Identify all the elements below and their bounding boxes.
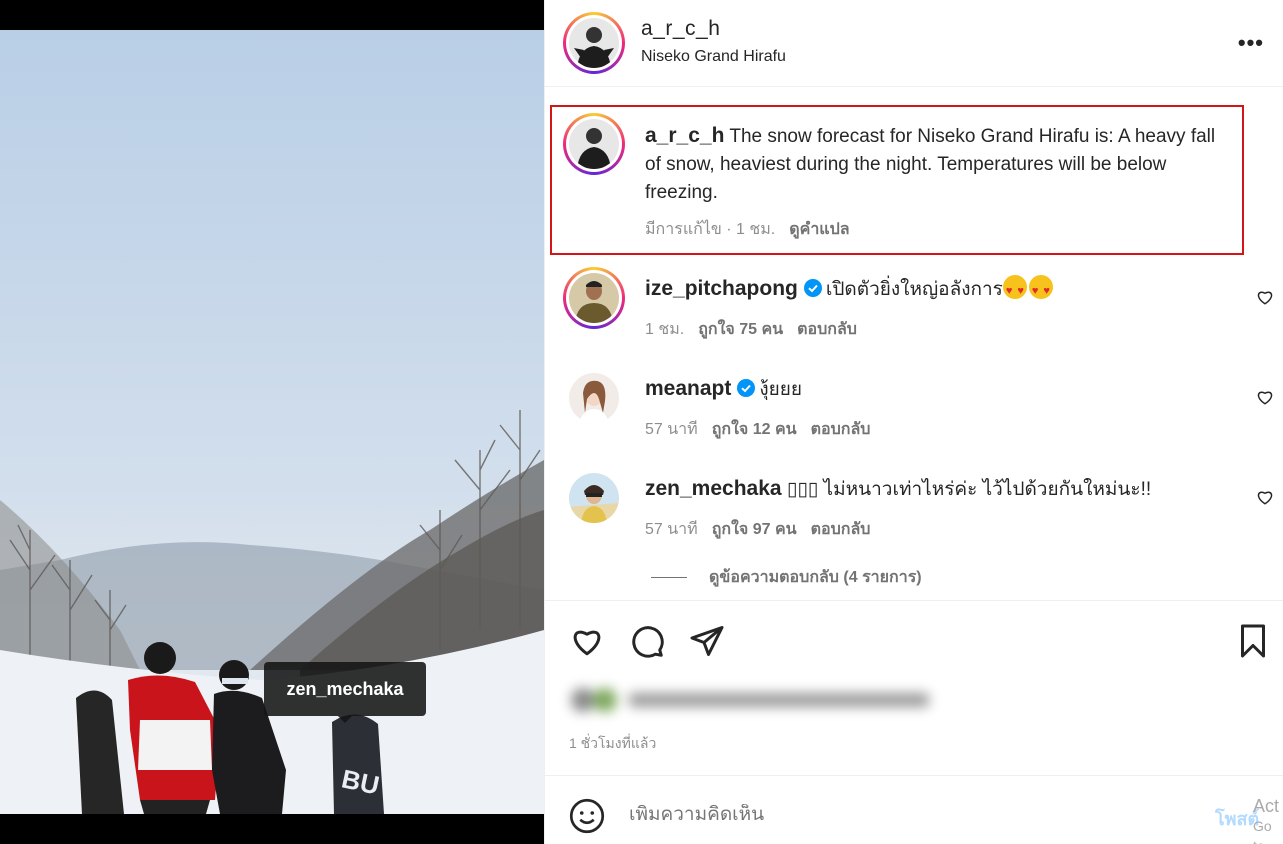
post-header: a_r_c_h Niseko Grand Hirafu ••• <box>545 0 1283 86</box>
comment-likes[interactable]: ถูกใจ 97 คน <box>712 517 797 542</box>
comment-text-block: zen_mechaka ▯▯▯ ไม่หนาวเท่าไหร่ค่ะ ไว้ไป… <box>645 475 1235 504</box>
watermark-line-1: Act <box>1253 796 1280 816</box>
comment-time: 1 ชม. <box>645 321 685 338</box>
commenter-username[interactable]: meanapt <box>645 377 731 400</box>
avatar <box>569 273 619 323</box>
user-tag-chip[interactable]: zen_mechaka <box>264 662 426 723</box>
author-avatar-ring[interactable] <box>563 12 625 74</box>
comment-text-block: ize_pitchapong เปิดตัวยิ่งใหญ่อลังการ <box>645 275 1235 305</box>
emoji-smile-icon[interactable] <box>569 798 605 834</box>
like-comment-heart-icon[interactable] <box>1256 488 1274 506</box>
comment-text: ไม่หนาวเท่าไหร่ค่ะ ไว้ไปด้วยกันใหม่นะ!! <box>823 479 1152 500</box>
post-details-panel: a_r_c_h Niseko Grand Hirafu ••• a_r_c_h … <box>544 0 1283 844</box>
view-replies-link[interactable]: ดูข้อความตอบกลับ (4 รายการ) <box>651 565 922 590</box>
avatar[interactable] <box>569 373 619 423</box>
comment-likes[interactable]: ถูกใจ 75 คน <box>698 317 783 342</box>
commenter-avatar-ring[interactable] <box>563 267 625 329</box>
post-time[interactable]: 1 ชั่วโมงที่แล้ว <box>569 733 656 755</box>
comment-meta: 57 นาที ถูกใจ 97 คน ตอบกลับ <box>645 517 870 542</box>
comments-list: a_r_c_h The snow forecast for Niseko Gra… <box>545 86 1283 600</box>
comment-text-block: meanapt งุ้ยยย <box>645 375 1235 404</box>
avatar <box>569 119 619 169</box>
comment-input[interactable] <box>629 804 1129 826</box>
verified-badge-icon <box>737 379 756 397</box>
caption-text-block: a_r_c_h The snow forecast for Niseko Gra… <box>645 122 1235 207</box>
view-replies-label[interactable]: ดูข้อความตอบกลับ (4 รายการ) <box>709 565 922 590</box>
share-send-icon[interactable] <box>689 623 725 659</box>
add-comment-bar: โพสต์ Act Go to <box>545 775 1283 844</box>
caption-username[interactable]: a_r_c_h <box>645 124 724 147</box>
reply-button[interactable]: ตอบกลับ <box>811 517 871 542</box>
caption-edited-time: มีการแก้ไข · 1 ชม. <box>645 221 776 238</box>
verified-badge-icon <box>803 279 822 297</box>
liked-by-blurred <box>569 685 939 715</box>
comment-time: 57 นาที <box>645 421 698 438</box>
comment-meta: 1 ชม. ถูกใจ 75 คน ตอบกลับ <box>645 317 857 342</box>
reply-button[interactable]: ตอบกลับ <box>811 417 871 442</box>
heart-eyes-emoji-icon <box>1002 275 1027 305</box>
comment-time: 57 นาที <box>645 521 698 538</box>
commenter-username[interactable]: ize_pitchapong <box>645 277 798 300</box>
like-comment-heart-icon[interactable] <box>1256 288 1274 306</box>
comment-likes[interactable]: ถูกใจ 12 คน <box>712 417 797 442</box>
caption-avatar-ring[interactable] <box>563 113 625 175</box>
commenter-username[interactable]: zen_mechaka <box>645 477 782 500</box>
comment-text: งุ้ยยย <box>759 379 803 400</box>
heart-eyes-emoji-icon <box>1028 275 1053 305</box>
divider-line <box>651 577 687 578</box>
author-username[interactable]: a_r_c_h <box>641 17 720 41</box>
reply-button[interactable]: ตอบกลับ <box>797 317 857 342</box>
like-comment-heart-icon[interactable] <box>1256 388 1274 406</box>
caption-meta: มีการแก้ไข · 1 ชม. ดูคำแปล <box>645 217 850 242</box>
avatar[interactable] <box>569 473 619 523</box>
post-location[interactable]: Niseko Grand Hirafu <box>641 48 786 66</box>
watermark-line-2: Go to <box>1253 818 1272 844</box>
ellipsis-icon[interactable]: ••• <box>1238 30 1264 56</box>
caption-text: The snow forecast for Niseko Grand Hiraf… <box>645 126 1216 203</box>
instagram-post-view: BU zen_mechaka a_r_c_h Niseko Grand Hira… <box>0 0 1283 844</box>
avatar <box>569 18 619 68</box>
translate-link[interactable]: ดูคำแปล <box>789 217 849 242</box>
post-actions-bar: 1 ชั่วโมงที่แล้ว <box>545 600 1283 775</box>
comment-meta: 57 นาที ถูกใจ 12 คน ตอบกลับ <box>645 417 870 442</box>
activate-windows-watermark: Act Go to <box>1253 796 1283 844</box>
bookmark-icon[interactable] <box>1235 623 1271 659</box>
comment-text: เปิดตัวยิ่งใหญ่อลังการ <box>825 279 1003 300</box>
unsupported-glyphs: ▯▯▯ <box>786 479 819 500</box>
post-media-panel: BU zen_mechaka <box>0 0 544 844</box>
like-heart-icon[interactable] <box>569 623 605 659</box>
comment-bubble-icon[interactable] <box>629 623 665 659</box>
